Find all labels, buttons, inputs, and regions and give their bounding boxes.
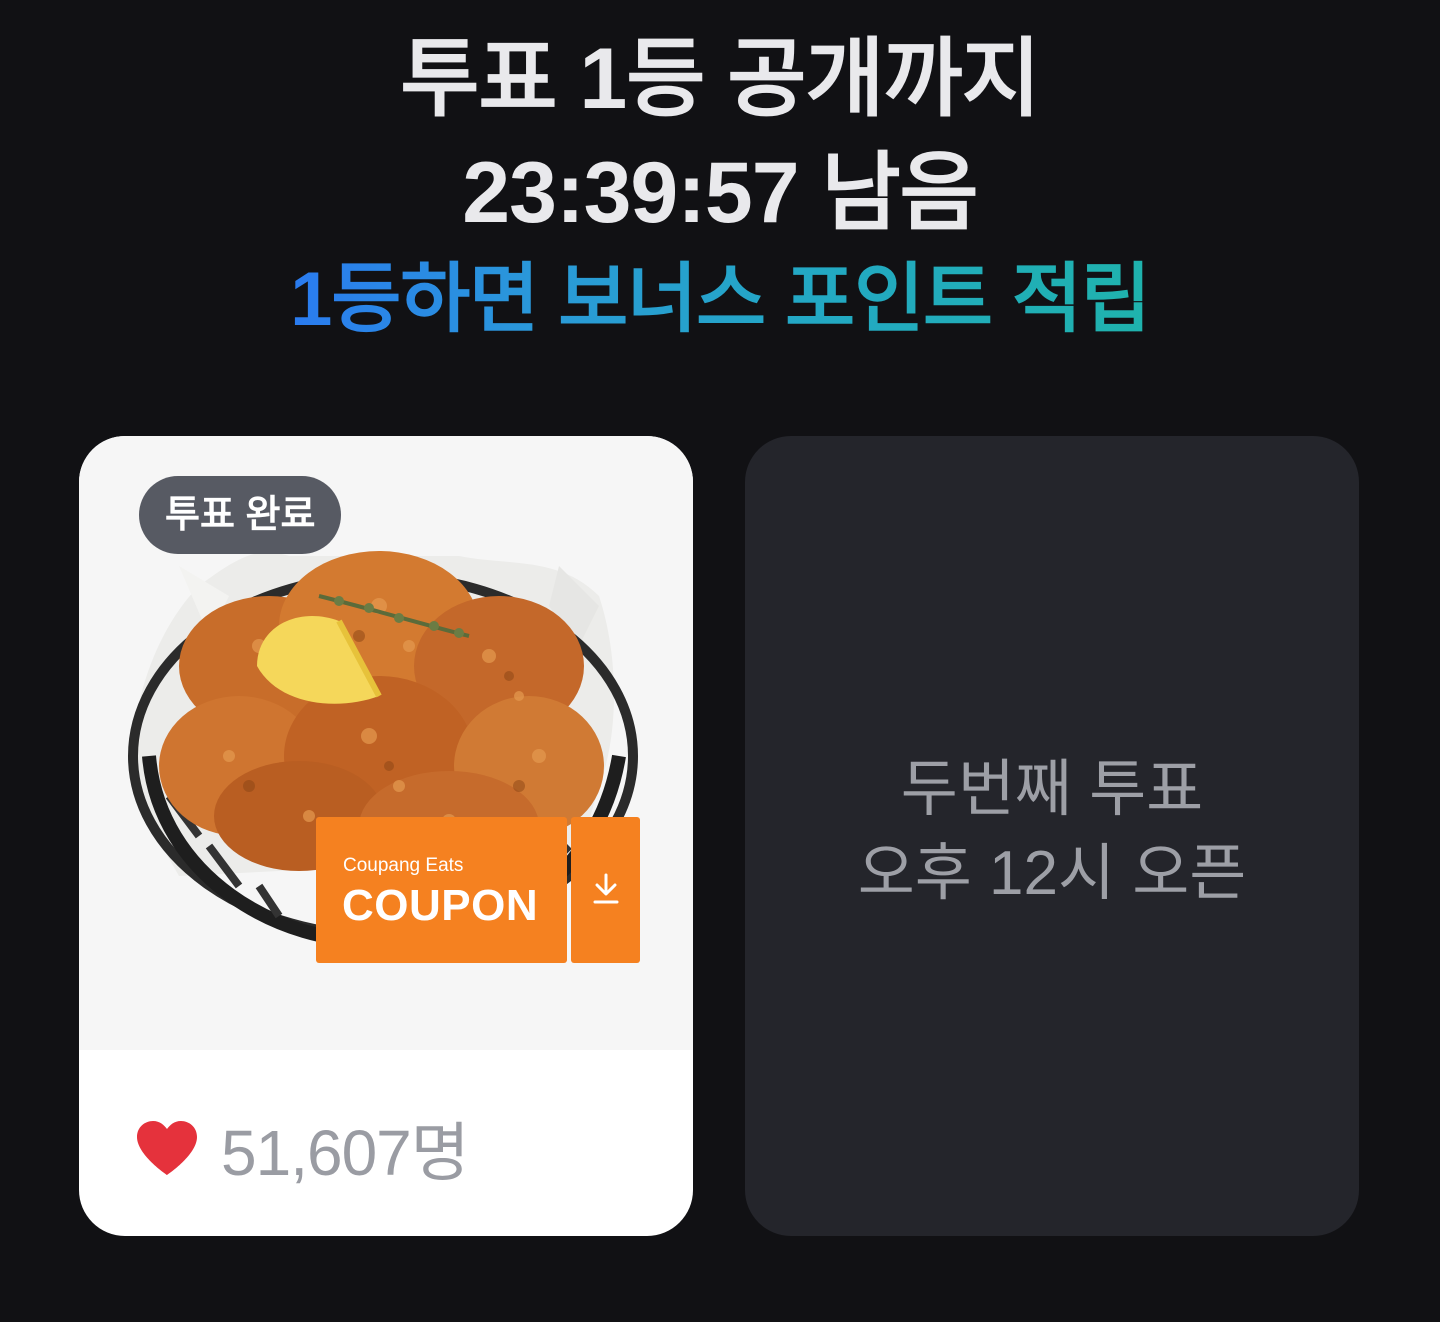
vote-complete-badge: 투표 완료 (139, 476, 342, 554)
coupon-banner[interactable]: Coupang Eats COUPON (316, 817, 567, 963)
countdown-timer: 23:39:57 남음 (462, 145, 978, 241)
coupon-brand: Coupang Eats (343, 855, 464, 876)
coupon-label: COUPON (342, 881, 539, 930)
vote-page: 투표 1등 공개까지 23:39:57 남음 1등하면 보너스 포인트 적립 투… (0, 0, 1440, 1322)
download-icon (593, 873, 619, 904)
vote-card-first[interactable]: 투표 완료 Coupang Eats COUPON 51,607명 (79, 436, 693, 1236)
coupon-product-image[interactable]: 투표 완료 Coupang Eats COUPON (79, 436, 693, 1050)
vote-card-second-locked: 두번째 투표 오후 12시 오픈 (745, 436, 1359, 1236)
next-vote-open-time: 오후 12시 오픈 (857, 839, 1247, 908)
next-vote-title: 두번째 투표 (900, 755, 1204, 824)
heart-icon (137, 1121, 197, 1175)
like-count-row: 51,607명 (135, 1108, 470, 1189)
bonus-message: 1등하면 보너스 포인트 적립 (290, 250, 1151, 350)
like-count: 51,607명 (221, 1117, 470, 1189)
header: 투표 1등 공개까지 23:39:57 남음 1등하면 보너스 포인트 적립 (0, 22, 1440, 350)
countdown-title: 투표 1등 공개까지 (400, 31, 1040, 127)
coupon-download-button[interactable] (571, 817, 640, 963)
next-vote-notice: 두번째 투표 오후 12시 오픈 (745, 748, 1359, 916)
